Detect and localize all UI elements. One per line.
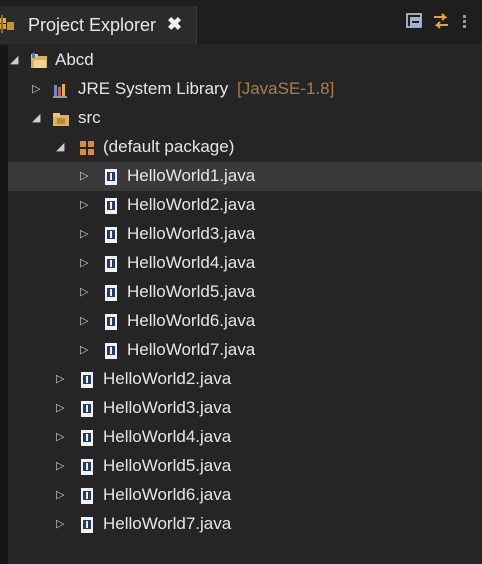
java-file-icon: [81, 517, 93, 533]
java-file-icon: [81, 372, 93, 388]
tree-item-default-package[interactable]: ◢ (default package): [8, 133, 482, 162]
collapsed-arrow-icon[interactable]: ▷: [56, 402, 68, 414]
collapsed-arrow-icon[interactable]: ▷: [56, 460, 68, 472]
java-file-label: HelloWorld6.java: [103, 485, 232, 504]
tree-item-src[interactable]: ◢ src: [8, 104, 482, 133]
java-file-label: HelloWorld7.java: [103, 514, 232, 533]
collapsed-arrow-icon[interactable]: ▷: [80, 228, 92, 240]
expanded-arrow-icon[interactable]: ◢: [56, 141, 68, 153]
java-file-label: HelloWorld3.java: [103, 398, 232, 417]
tree-item-java-file[interactable]: ▷ HelloWorld7.java: [8, 336, 482, 365]
java-file-label: HelloWorld5.java: [103, 456, 232, 475]
java-file-icon: [81, 488, 93, 504]
tree-item-java-file[interactable]: ▷ HelloWorld5.java: [8, 278, 482, 307]
package-icon: [80, 141, 94, 155]
project-folder-icon: [31, 53, 47, 68]
tree-item-java-file[interactable]: ▷ HelloWorld4.java: [8, 423, 482, 452]
tree-item-java-file[interactable]: ▷ HelloWorld2.java: [8, 191, 482, 220]
java-file-icon: [105, 169, 117, 185]
collapsed-arrow-icon[interactable]: ▷: [80, 315, 92, 327]
java-file-label: HelloWorld1.java: [127, 166, 256, 185]
java-file-icon: [105, 198, 117, 214]
source-folder-icon: [53, 113, 69, 126]
collapsed-arrow-icon[interactable]: ▷: [56, 431, 68, 443]
java-file-label: HelloWorld4.java: [103, 427, 232, 446]
tab-project-explorer[interactable]: Project Explorer ✖: [0, 6, 197, 44]
project-explorer-view: Project Explorer ✖ ◢ Abcd ▷ JRE System L…: [0, 0, 482, 564]
java-file-icon: [105, 227, 117, 243]
package-label: (default package): [103, 137, 235, 156]
tree-item-java-file[interactable]: ▷ HelloWorld3.java: [8, 220, 482, 249]
collapsed-arrow-icon[interactable]: ▷: [32, 83, 44, 95]
java-file-label: HelloWorld7.java: [127, 340, 256, 359]
java-file-icon: [81, 459, 93, 475]
link-with-editor-icon[interactable]: [431, 11, 451, 31]
project-tree: ◢ Abcd ▷ JRE System Library [JavaSE-1.8]: [8, 44, 482, 564]
java-file-label: HelloWorld3.java: [127, 224, 256, 243]
collapsed-arrow-icon[interactable]: ▷: [56, 518, 68, 530]
java-file-label: HelloWorld2.java: [127, 195, 256, 214]
view-menu-icon[interactable]: [460, 11, 474, 31]
tree-item-java-file[interactable]: ▷ HelloWorld6.java: [8, 481, 482, 510]
expanded-arrow-icon[interactable]: ◢: [32, 112, 44, 124]
jre-version-label: [JavaSE-1.8]: [237, 79, 335, 98]
tree-item-jre-library[interactable]: ▷ JRE System Library [JavaSE-1.8]: [8, 75, 482, 104]
library-icon: [53, 84, 67, 98]
jre-label: JRE System Library: [78, 79, 229, 98]
collapsed-arrow-icon[interactable]: ▷: [56, 489, 68, 501]
view-tab-bar: Project Explorer ✖: [0, 0, 482, 46]
view-border: [0, 0, 8, 564]
tree-item-java-file[interactable]: ▷ HelloWorld6.java: [8, 307, 482, 336]
collapse-all-icon[interactable]: [405, 11, 425, 31]
java-file-icon: [105, 343, 117, 359]
tree-item-project[interactable]: ◢ Abcd: [8, 46, 482, 75]
tree-item-java-file[interactable]: ▷ HelloWorld3.java: [8, 394, 482, 423]
project-label: Abcd: [55, 50, 94, 69]
collapsed-arrow-icon[interactable]: ▷: [56, 373, 68, 385]
java-file-icon: [81, 401, 93, 417]
java-file-label: HelloWorld4.java: [127, 253, 256, 272]
collapsed-arrow-icon[interactable]: ▷: [80, 286, 92, 298]
package-explorer-icon: [0, 15, 14, 33]
tree-item-java-file[interactable]: ▷ HelloWorld7.java: [8, 510, 482, 539]
collapsed-arrow-icon[interactable]: ▷: [80, 199, 92, 211]
java-file-label: HelloWorld6.java: [127, 311, 256, 330]
src-label: src: [78, 108, 101, 127]
tree-item-java-file[interactable]: ▷ HelloWorld2.java: [8, 365, 482, 394]
collapsed-arrow-icon[interactable]: ▷: [80, 344, 92, 356]
collapsed-arrow-icon[interactable]: ▷: [80, 170, 92, 182]
java-file-icon: [105, 314, 117, 330]
java-file-label: HelloWorld5.java: [127, 282, 256, 301]
close-icon[interactable]: ✖: [167, 14, 182, 34]
expanded-arrow-icon[interactable]: ◢: [10, 54, 22, 66]
java-file-icon: [105, 285, 117, 301]
tab-title: Project Explorer: [28, 15, 157, 35]
java-file-icon: [81, 430, 93, 446]
java-file-icon: [105, 256, 117, 272]
tree-item-java-file[interactable]: ▷ HelloWorld4.java: [8, 249, 482, 278]
tree-item-java-file[interactable]: ▷ HelloWorld1.java: [8, 162, 482, 191]
java-file-label: HelloWorld2.java: [103, 369, 232, 388]
tree-item-java-file[interactable]: ▷ HelloWorld5.java: [8, 452, 482, 481]
collapsed-arrow-icon[interactable]: ▷: [80, 257, 92, 269]
